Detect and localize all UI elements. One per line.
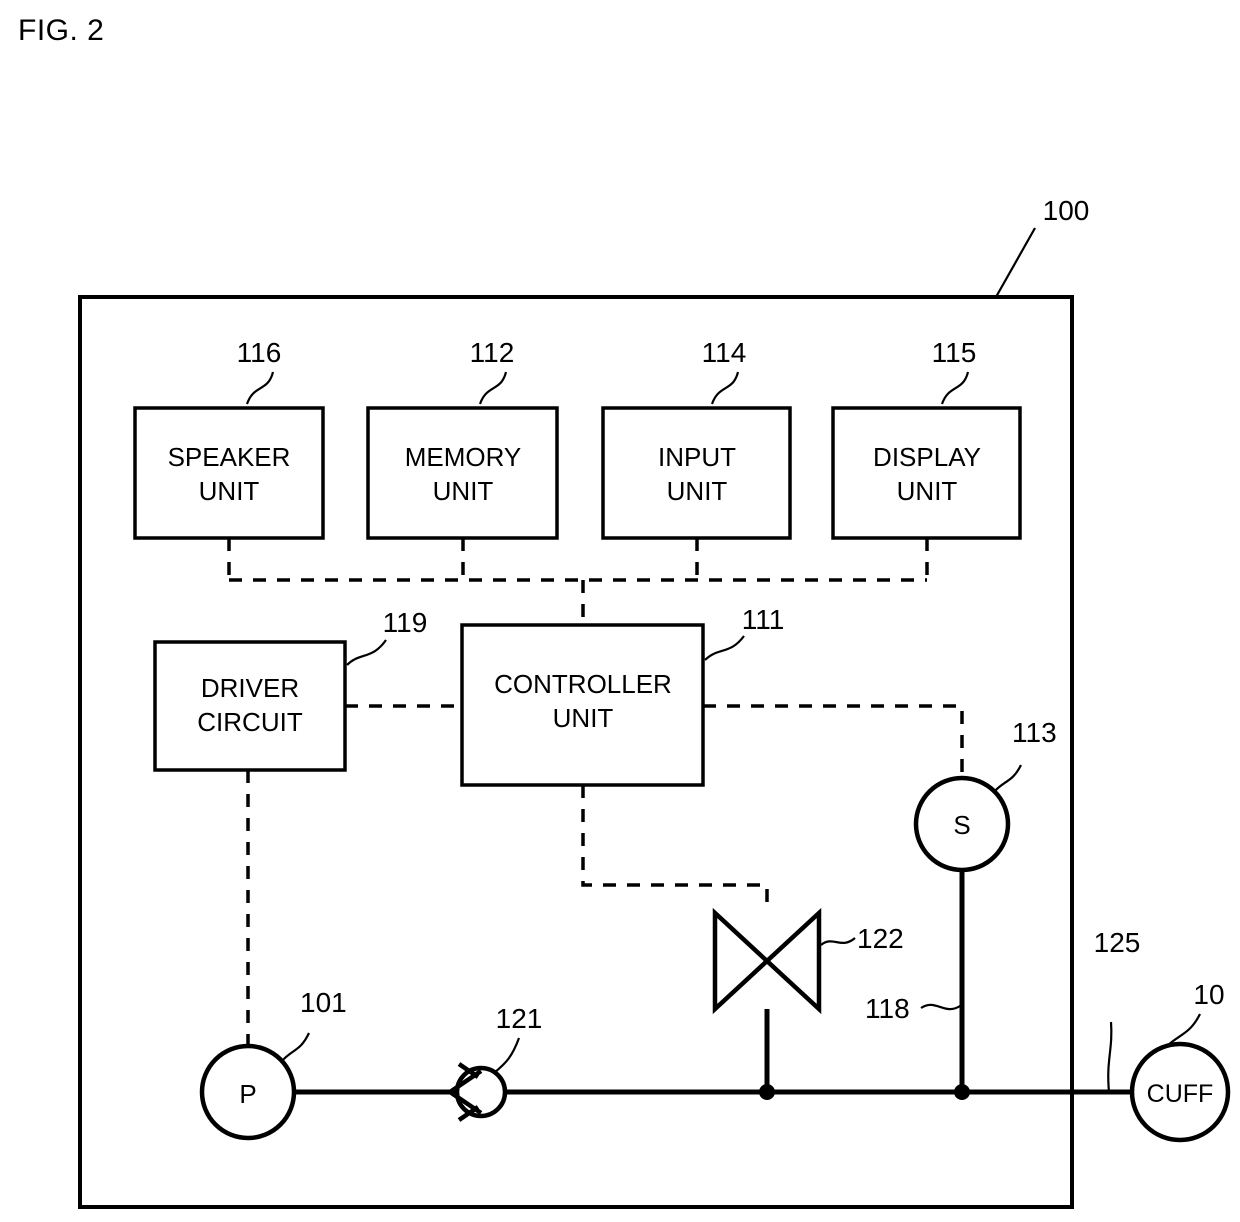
ref-number-114: 114 bbox=[702, 337, 747, 368]
leader-122 bbox=[820, 937, 856, 946]
block-input-unit[interactable] bbox=[601, 406, 792, 540]
control-valve-right-triangle bbox=[763, 907, 822, 1015]
leader-116 bbox=[245, 371, 275, 405]
leader-115 bbox=[940, 371, 970, 405]
leader-118 bbox=[920, 1003, 961, 1011]
block-speaker-unit-label-line2: UNIT bbox=[199, 476, 260, 506]
block-display-unit-label-line1: DISPLAY bbox=[873, 442, 981, 472]
check-valve-121[interactable] bbox=[445, 1062, 508, 1122]
signal-link-controller-sensor bbox=[703, 704, 964, 778]
ref-number-112: 112 bbox=[470, 337, 515, 368]
ref-number-111: 111 bbox=[742, 604, 785, 635]
ref-number-119: 119 bbox=[383, 607, 428, 638]
leader-119 bbox=[346, 639, 387, 666]
block-diagram: 100 SPEAKER UNIT 116 MEMORY UNIT 112 INP… bbox=[78, 195, 1231, 1209]
ref-number-113: 113 bbox=[1012, 717, 1057, 748]
ref-number-100: 100 bbox=[1043, 195, 1090, 226]
leader-100 bbox=[995, 227, 1036, 298]
block-display-unit[interactable] bbox=[831, 406, 1022, 540]
leader-114 bbox=[710, 371, 740, 405]
ref-number-122: 122 bbox=[857, 923, 904, 954]
block-controller-unit-label-line2: UNIT bbox=[553, 703, 614, 733]
ref-number-118: 118 bbox=[865, 993, 910, 1024]
block-input-unit-label-line2: UNIT bbox=[667, 476, 728, 506]
ref-number-116: 116 bbox=[237, 337, 282, 368]
block-driver-circuit-label-line2: CIRCUIT bbox=[197, 707, 303, 737]
tube-junction-sensor bbox=[954, 1084, 970, 1100]
ref-number-115: 115 bbox=[932, 337, 977, 368]
cuff-node-label: CUFF bbox=[1147, 1080, 1214, 1108]
check-valve-circle bbox=[454, 1065, 508, 1119]
block-memory-unit-label-line1: MEMORY bbox=[405, 442, 522, 472]
leader-101 bbox=[280, 1032, 310, 1063]
leader-125 bbox=[1107, 1021, 1113, 1093]
sensor-node-symbol: S bbox=[953, 810, 970, 840]
block-input-unit-label-line1: INPUT bbox=[658, 442, 736, 472]
leader-111 bbox=[704, 635, 745, 661]
ref-number-101: 101 bbox=[300, 987, 347, 1018]
figure-root: FIG. 2 100 SPEAKER UNIT 116 MEMORY UNIT … bbox=[0, 0, 1240, 1222]
leader-121 bbox=[493, 1037, 521, 1074]
block-driver-circuit[interactable] bbox=[153, 640, 347, 772]
block-controller-unit-label-line1: CONTROLLER bbox=[494, 669, 672, 699]
ref-number-125: 125 bbox=[1094, 927, 1141, 958]
block-memory-unit-label-line2: UNIT bbox=[433, 476, 494, 506]
block-memory-unit[interactable] bbox=[366, 406, 559, 540]
block-speaker-unit-label-line1: SPEAKER bbox=[168, 442, 291, 472]
pump-node-symbol: P bbox=[239, 1079, 256, 1109]
ref-number-121: 121 bbox=[496, 1003, 543, 1034]
ref-number-10: 10 bbox=[1193, 979, 1224, 1010]
block-display-unit-label-line2: UNIT bbox=[897, 476, 958, 506]
leader-112 bbox=[478, 371, 508, 405]
tube-junction-valve bbox=[759, 1084, 775, 1100]
control-valve-122[interactable] bbox=[712, 907, 822, 1015]
leader-10 bbox=[1166, 1013, 1201, 1047]
block-speaker-unit[interactable] bbox=[133, 406, 325, 540]
control-valve-left-triangle bbox=[712, 907, 771, 1015]
block-driver-circuit-label-line1: DRIVER bbox=[201, 673, 299, 703]
leader-113 bbox=[992, 764, 1022, 794]
signal-link-controller-valve bbox=[581, 785, 769, 913]
